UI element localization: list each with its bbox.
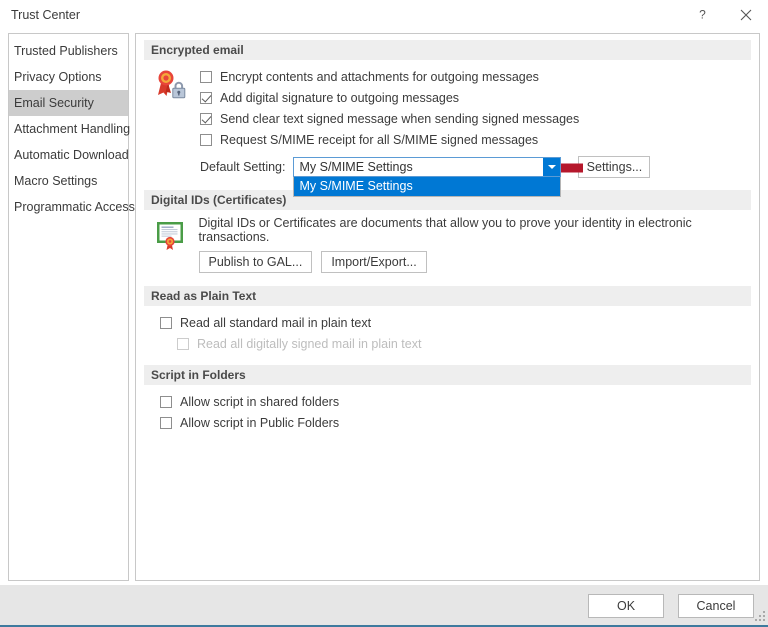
digital-ids-text-block: Digital IDs or Certificates are document… (199, 216, 752, 273)
sidebar-item-macro-settings[interactable]: Macro Settings (9, 168, 128, 194)
settings-button[interactable]: Settings... (578, 156, 650, 178)
svg-text:?: ? (699, 8, 706, 21)
section-header-encrypted-email: Encrypted email (144, 40, 751, 60)
certificate-seal-lock-icon (144, 66, 200, 150)
sidebar-item-privacy-options[interactable]: Privacy Options (9, 64, 128, 90)
resize-grip[interactable] (755, 611, 765, 621)
checkbox-label-add-digital-signature: Add digital signature to outgoing messag… (220, 91, 459, 105)
default-setting-label: Default Setting: (200, 160, 285, 174)
default-setting-combobox-wrap: My S/MIME Settings My S/MIME Settings (293, 157, 561, 177)
content-pane: Encrypted email (135, 33, 760, 581)
certificate-document-icon (144, 216, 199, 273)
checkbox-row-allow-script-shared[interactable]: Allow script in shared folders (160, 391, 751, 412)
sidebar-item-attachment-handling[interactable]: Attachment Handling (9, 116, 128, 142)
import-export-button[interactable]: Import/Export... (321, 251, 426, 273)
digital-ids-block: Digital IDs or Certificates are document… (144, 216, 751, 273)
checkbox-label-request-smime-receipt: Request S/MIME receipt for all S/MIME si… (220, 133, 538, 147)
help-button[interactable]: ? (680, 0, 724, 29)
close-button[interactable] (724, 0, 768, 29)
checkbox-request-smime-receipt[interactable] (200, 134, 212, 146)
cancel-button[interactable]: Cancel (678, 594, 754, 618)
section-header-script-in-folders: Script in Folders (144, 365, 751, 385)
encrypted-email-block: Encrypt contents and attachments for out… (144, 66, 751, 150)
checkbox-send-clear-text[interactable] (200, 113, 212, 125)
checkbox-row-allow-script-public[interactable]: Allow script in Public Folders (160, 412, 751, 433)
title-bar: Trust Center ? (0, 0, 768, 29)
dropdown-option-my-smime-settings[interactable]: My S/MIME Settings (294, 177, 560, 196)
checkbox-label-allow-script-public: Allow script in Public Folders (180, 416, 339, 430)
sidebar: Trusted Publishers Privacy Options Email… (8, 33, 129, 581)
default-setting-dropdown-list: My S/MIME Settings (293, 177, 561, 197)
ok-button[interactable]: OK (588, 594, 664, 618)
checkbox-encrypt-contents[interactable] (200, 71, 212, 83)
checkbox-label-encrypt-contents: Encrypt contents and attachments for out… (220, 70, 539, 84)
checkbox-read-signed-mail (177, 338, 189, 350)
digital-ids-description: Digital IDs or Certificates are document… (199, 216, 752, 244)
sidebar-item-automatic-download[interactable]: Automatic Download (9, 142, 128, 168)
checkbox-label-allow-script-shared: Allow script in shared folders (180, 395, 339, 409)
dialog-footer: OK Cancel (0, 585, 768, 625)
checkbox-row-send-clear-text[interactable]: Send clear text signed message when send… (200, 108, 751, 129)
checkbox-allow-script-public[interactable] (160, 417, 172, 429)
sidebar-item-email-security[interactable]: Email Security (9, 90, 128, 116)
checkbox-row-request-smime-receipt[interactable]: Request S/MIME receipt for all S/MIME si… (200, 129, 751, 150)
chevron-down-icon[interactable] (543, 158, 560, 176)
checkbox-row-add-digital-signature[interactable]: Add digital signature to outgoing messag… (200, 87, 751, 108)
section-header-read-as-plain-text: Read as Plain Text (144, 286, 751, 306)
window-controls: ? (680, 0, 768, 29)
sidebar-item-programmatic-access[interactable]: Programmatic Access (9, 194, 128, 220)
publish-to-gal-button[interactable]: Publish to GAL... (199, 251, 313, 273)
checkbox-row-encrypt-contents[interactable]: Encrypt contents and attachments for out… (200, 66, 751, 87)
checkbox-read-standard-mail[interactable] (160, 317, 172, 329)
digital-ids-buttons: Publish to GAL... Import/Export... (199, 251, 752, 273)
default-setting-value: My S/MIME Settings (294, 160, 543, 174)
checkbox-row-read-signed-mail: Read all digitally signed mail in plain … (177, 333, 751, 354)
checkbox-row-read-standard-mail[interactable]: Read all standard mail in plain text (160, 312, 751, 333)
checkbox-add-digital-signature[interactable] (200, 92, 212, 104)
default-setting-combobox[interactable]: My S/MIME Settings (293, 157, 561, 177)
encrypted-email-checkboxes: Encrypt contents and attachments for out… (200, 66, 751, 150)
checkbox-label-send-clear-text: Send clear text signed message when send… (220, 112, 579, 126)
checkbox-allow-script-shared[interactable] (160, 396, 172, 408)
footer-buttons: OK Cancel (588, 594, 754, 618)
dialog-body: Trusted Publishers Privacy Options Email… (0, 29, 768, 585)
checkbox-label-read-signed-mail: Read all digitally signed mail in plain … (197, 337, 421, 351)
checkbox-label-read-standard-mail: Read all standard mail in plain text (180, 316, 371, 330)
window-title: Trust Center (11, 8, 680, 22)
default-setting-row: Default Setting: My S/MIME Settings My S… (200, 156, 751, 178)
sidebar-item-trusted-publishers[interactable]: Trusted Publishers (9, 38, 128, 64)
